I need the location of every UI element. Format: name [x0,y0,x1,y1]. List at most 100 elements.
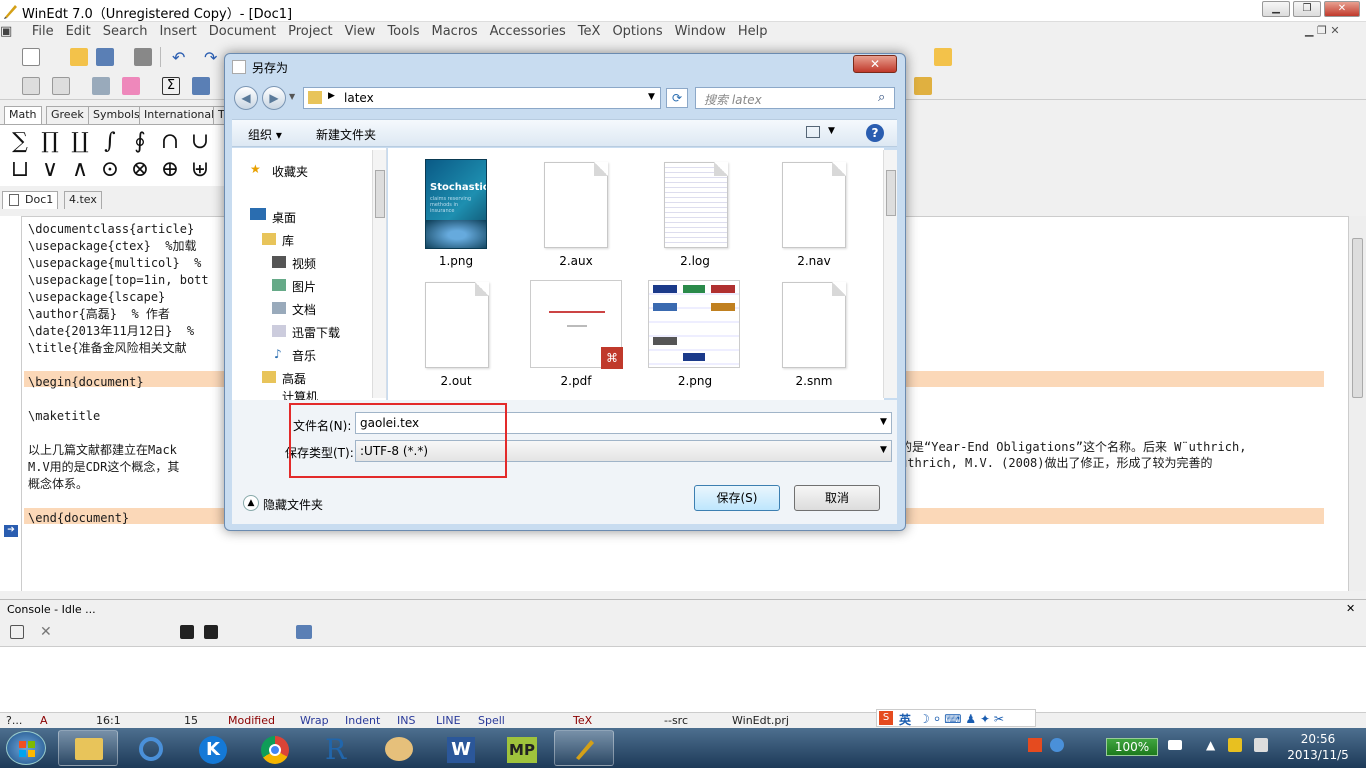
start-button[interactable] [6,731,46,765]
save-button[interactable]: 保存(S) [694,485,780,511]
editor-vertical-scrollbar[interactable] [1348,216,1366,591]
sigma-icon[interactable]: Σ [162,77,180,95]
file-thumb-2nav[interactable] [782,162,846,248]
doc-menu-icon[interactable]: ▣ [0,22,22,42]
new-folder-button[interactable]: 新建文件夹 [316,126,376,143]
nav-pane-scrollbar[interactable] [372,150,386,398]
file-thumb-2aux[interactable] [544,162,608,248]
macro-icon[interactable] [122,77,140,95]
menu-search[interactable]: Search [97,22,154,42]
console-options-icon[interactable] [296,625,312,639]
address-path-segment[interactable]: latex [344,91,374,105]
new-file-icon[interactable] [22,48,40,66]
console-window-icon[interactable] [10,625,24,639]
address-dropdown-icon[interactable]: ▼ [648,92,655,102]
symbol-sum[interactable]: ∑ [6,129,34,154]
file-name-2out[interactable]: 2.out [406,374,506,388]
search-box[interactable]: 搜索 latex ⌕ [695,87,895,109]
winedt-taskbar-button[interactable] [554,730,614,766]
view-dropdown-icon[interactable]: ▼ [828,126,835,136]
file-name-2png[interactable]: 2.png [645,374,745,388]
symbol-oint[interactable]: ∮ [126,129,154,154]
nav-documents[interactable]: 文档 [292,301,316,318]
symbol-vee[interactable]: ∨ [36,157,64,182]
menu-document[interactable]: Document [203,22,282,42]
sogou-tray-icon[interactable] [1028,738,1042,752]
file-scroll-thumb[interactable] [886,170,896,216]
redo-icon[interactable]: ↷ [204,48,222,67]
undo-icon[interactable]: ↶ [172,48,190,67]
word-taskbar-button[interactable]: W [430,730,490,766]
menu-window[interactable]: Window [669,22,732,42]
sogou-icon[interactable]: S [879,711,893,725]
menu-macros[interactable]: Macros [425,22,483,42]
show-hidden-icons-chevron[interactable]: ▲ [1206,738,1215,752]
file-thumb-2snm[interactable] [782,282,846,368]
console-output[interactable] [0,646,1366,712]
back-button[interactable]: ◀ [234,86,258,110]
nav-music[interactable]: 音乐 [292,347,316,364]
refresh-icon[interactable]: ⟳ [666,88,688,108]
status-wrap[interactable]: Wrap [300,714,329,727]
clock-date[interactable]: 2013/11/5 [1280,748,1356,762]
console-close-icon[interactable]: ✕ [1346,602,1355,615]
symbol-cap[interactable]: ∩ [156,129,184,154]
window-icon[interactable] [192,77,210,95]
power-plug-icon[interactable] [1168,740,1182,750]
tab-4tex[interactable]: 4.tex [64,191,102,209]
security-tray-icon[interactable] [1228,738,1242,752]
view-options-icon[interactable] [806,126,820,138]
open-folder-icon[interactable] [70,48,88,66]
tab-greek[interactable]: Greek [46,106,89,124]
menu-help[interactable]: Help [732,22,774,42]
r-taskbar-button[interactable]: R [306,730,366,766]
nav-pictures[interactable]: 图片 [292,278,316,295]
status-ins[interactable]: INS [397,714,415,727]
file-name-2nav[interactable]: 2.nav [764,254,864,268]
nav-desktop[interactable]: 桌面 [272,209,296,226]
status-line[interactable]: LINE [436,714,461,727]
file-thumb-2log[interactable] [664,162,728,248]
nav-thunder-download[interactable]: 迅雷下载 [292,324,340,341]
search-app-taskbar-button[interactable] [120,730,180,766]
save-icon[interactable] [96,48,114,66]
cancel-button[interactable]: 取消 [794,485,880,511]
menu-tools[interactable]: Tools [381,22,425,42]
nav-scroll-thumb[interactable] [375,170,385,218]
symbol-int[interactable]: ∫ [96,129,124,154]
chrome-taskbar-button[interactable] [244,730,304,766]
filetype-dropdown-icon[interactable]: ▼ [880,445,887,455]
file-thumb-2png[interactable] [648,280,740,368]
file-name-2log[interactable]: 2.log [645,254,745,268]
address-bar[interactable]: ▶ latex ▼ [303,87,661,109]
ime-tools-icons[interactable]: ☽ ⸰ ⌨ ♟ ✦ ✂ [919,710,1004,727]
symbol-otimes[interactable]: ⊗ [126,157,154,182]
file-name-1png[interactable]: 1.png [406,254,506,268]
file-thumb-2pdf[interactable]: ⌘ [530,280,623,369]
file-thumb-2out[interactable] [425,282,489,368]
file-pane-scrollbar[interactable] [883,150,897,398]
paint-taskbar-button[interactable] [368,730,428,766]
nav-computer[interactable]: 计算机 [282,388,318,400]
help-icon[interactable]: ? [866,124,884,142]
file-name-2snm[interactable]: 2.snm [764,374,864,388]
battery-indicator[interactable]: 100% [1106,738,1158,756]
search-icon[interactable]: ⌕ [878,90,885,105]
console-terminal-icon[interactable] [180,625,194,639]
menu-view[interactable]: View [339,22,382,42]
network-tray-icon[interactable] [1050,738,1064,752]
symbol-coprod[interactable]: ∐ [66,129,94,154]
mdi-window-controls[interactable]: ▁ ❐ ✕ [1305,24,1340,37]
gear-icon[interactable] [914,77,932,95]
page-icon[interactable] [22,77,40,95]
maximize-button[interactable]: ❐ [1293,1,1321,17]
menu-insert[interactable]: Insert [153,22,202,42]
file-thumb-1png[interactable]: Stochastic claims reserving methods in i… [425,159,487,249]
status-spell[interactable]: Spell [478,714,505,727]
nav-user-gaolei[interactable]: 高磊 [282,370,306,387]
symbol-uplus[interactable]: ⊎ [186,157,214,182]
tree-icon[interactable] [92,77,110,95]
menu-project[interactable]: Project [282,22,338,42]
kugou-taskbar-button[interactable]: K [182,730,242,766]
explorer-taskbar-button[interactable] [58,730,118,766]
